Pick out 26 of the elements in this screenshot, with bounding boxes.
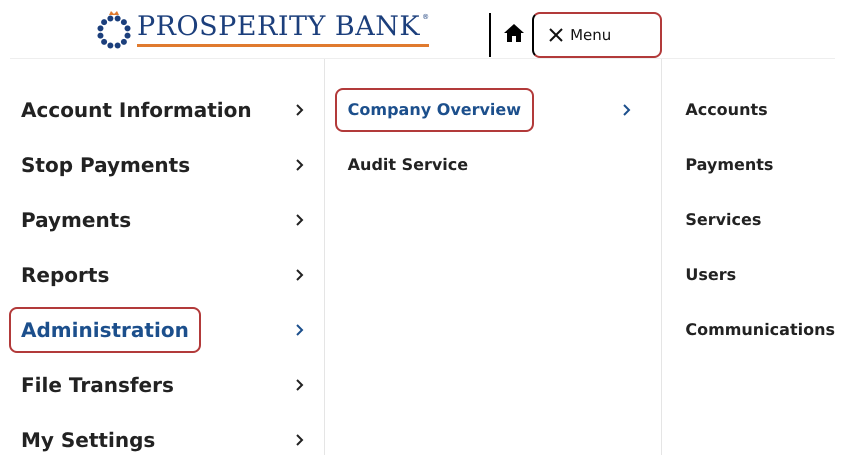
chevron-right-icon bbox=[294, 158, 304, 172]
chevron-right-icon bbox=[294, 268, 304, 282]
submenu-item[interactable]: Users bbox=[685, 262, 736, 286]
submenu-item[interactable]: Company Overview bbox=[334, 88, 534, 132]
close-icon bbox=[548, 27, 564, 43]
menu-item[interactable]: Stop Payments bbox=[9, 142, 202, 188]
submenu-item[interactable]: Communications bbox=[685, 318, 835, 342]
chevron-right-icon bbox=[294, 322, 304, 336]
submenu-item[interactable]: Audit Service bbox=[334, 142, 482, 186]
chevron-right-icon bbox=[622, 102, 632, 116]
chevron-right-icon bbox=[294, 378, 304, 392]
wreath-logo-icon bbox=[95, 9, 133, 49]
submenu-item[interactable]: Payments bbox=[685, 152, 774, 176]
menu-button[interactable]: Menu bbox=[532, 12, 662, 58]
menu-item[interactable]: Reports bbox=[9, 252, 122, 298]
chevron-right-icon bbox=[294, 432, 304, 446]
menu-item[interactable]: My Settings bbox=[9, 416, 168, 455]
submenu-item[interactable]: Accounts bbox=[685, 98, 768, 122]
menu-item[interactable]: File Transfers bbox=[9, 362, 186, 408]
chevron-right-icon bbox=[294, 102, 304, 116]
menu-item[interactable]: Administration bbox=[9, 306, 201, 352]
menu-item[interactable]: Payments bbox=[9, 196, 144, 242]
submenu-item[interactable]: Services bbox=[685, 208, 762, 232]
home-icon[interactable] bbox=[503, 23, 526, 43]
chevron-right-icon bbox=[294, 212, 304, 226]
menu-item[interactable]: Account Information bbox=[9, 86, 264, 132]
